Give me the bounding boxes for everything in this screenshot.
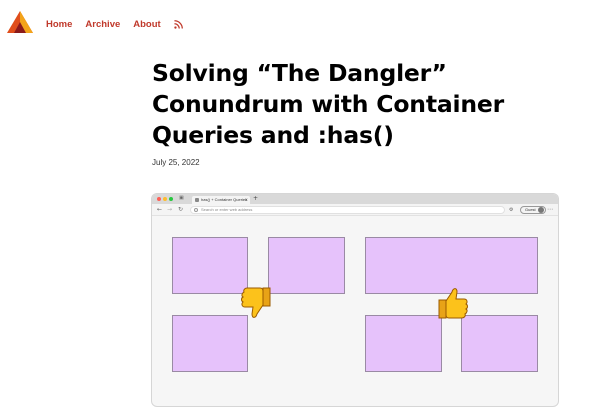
browser-tab: has() + Container Queries ✕ [192, 196, 250, 204]
extensions-icon: ⚙ [509, 207, 514, 213]
new-tab-icon: + [253, 195, 259, 202]
nav-home[interactable]: Home [46, 19, 72, 30]
article-title: Solving “The Dangler” Conundrum with Con… [152, 59, 505, 149]
rss-icon[interactable] [173, 20, 183, 29]
site-logo[interactable] [6, 10, 34, 34]
article-date: July 25, 2022 [152, 158, 200, 167]
card-left-1 [172, 237, 248, 294]
browser-tab-bar: ▣ has() + Container Queries ✕ + [152, 194, 558, 204]
nav-about[interactable]: About [133, 19, 160, 30]
menu-icon: ⋯ [547, 206, 553, 213]
profile-button: Guest [520, 206, 546, 214]
main-nav: Home Archive About [46, 19, 183, 30]
tab-close-icon: ✕ [244, 197, 248, 202]
profile-label: Guest [525, 207, 536, 212]
card-right-1 [365, 315, 442, 372]
avatar-icon [537, 207, 544, 213]
close-window-icon [157, 197, 161, 201]
tab-favicon-icon [195, 198, 199, 202]
reload-icon: ↻ [178, 206, 184, 213]
back-icon: ← [157, 206, 163, 213]
forward-icon: → [167, 206, 173, 213]
browser-address-bar: Search or enter web address [190, 206, 505, 214]
thumbs-up-icon [438, 288, 468, 319]
article-figure: ▣ has() + Container Queries ✕ + ← → ↻ Se… [152, 194, 558, 406]
tab-overview-icon: ▣ [179, 195, 184, 201]
maximize-window-icon [169, 197, 173, 201]
nav-archive[interactable]: Archive [85, 19, 120, 30]
card-left-3 [172, 315, 248, 372]
search-icon [194, 208, 198, 212]
address-bar-placeholder: Search or enter web address [201, 207, 253, 212]
thumbs-down-icon [241, 287, 271, 318]
browser-toolbar: ← → ↻ Search or enter web address ⚙ Gues… [152, 204, 558, 216]
minimize-window-icon [163, 197, 167, 201]
card-left-2 [268, 237, 345, 294]
browser-tab-title: has() + Container Queries [201, 197, 248, 202]
card-right-2 [461, 315, 538, 372]
